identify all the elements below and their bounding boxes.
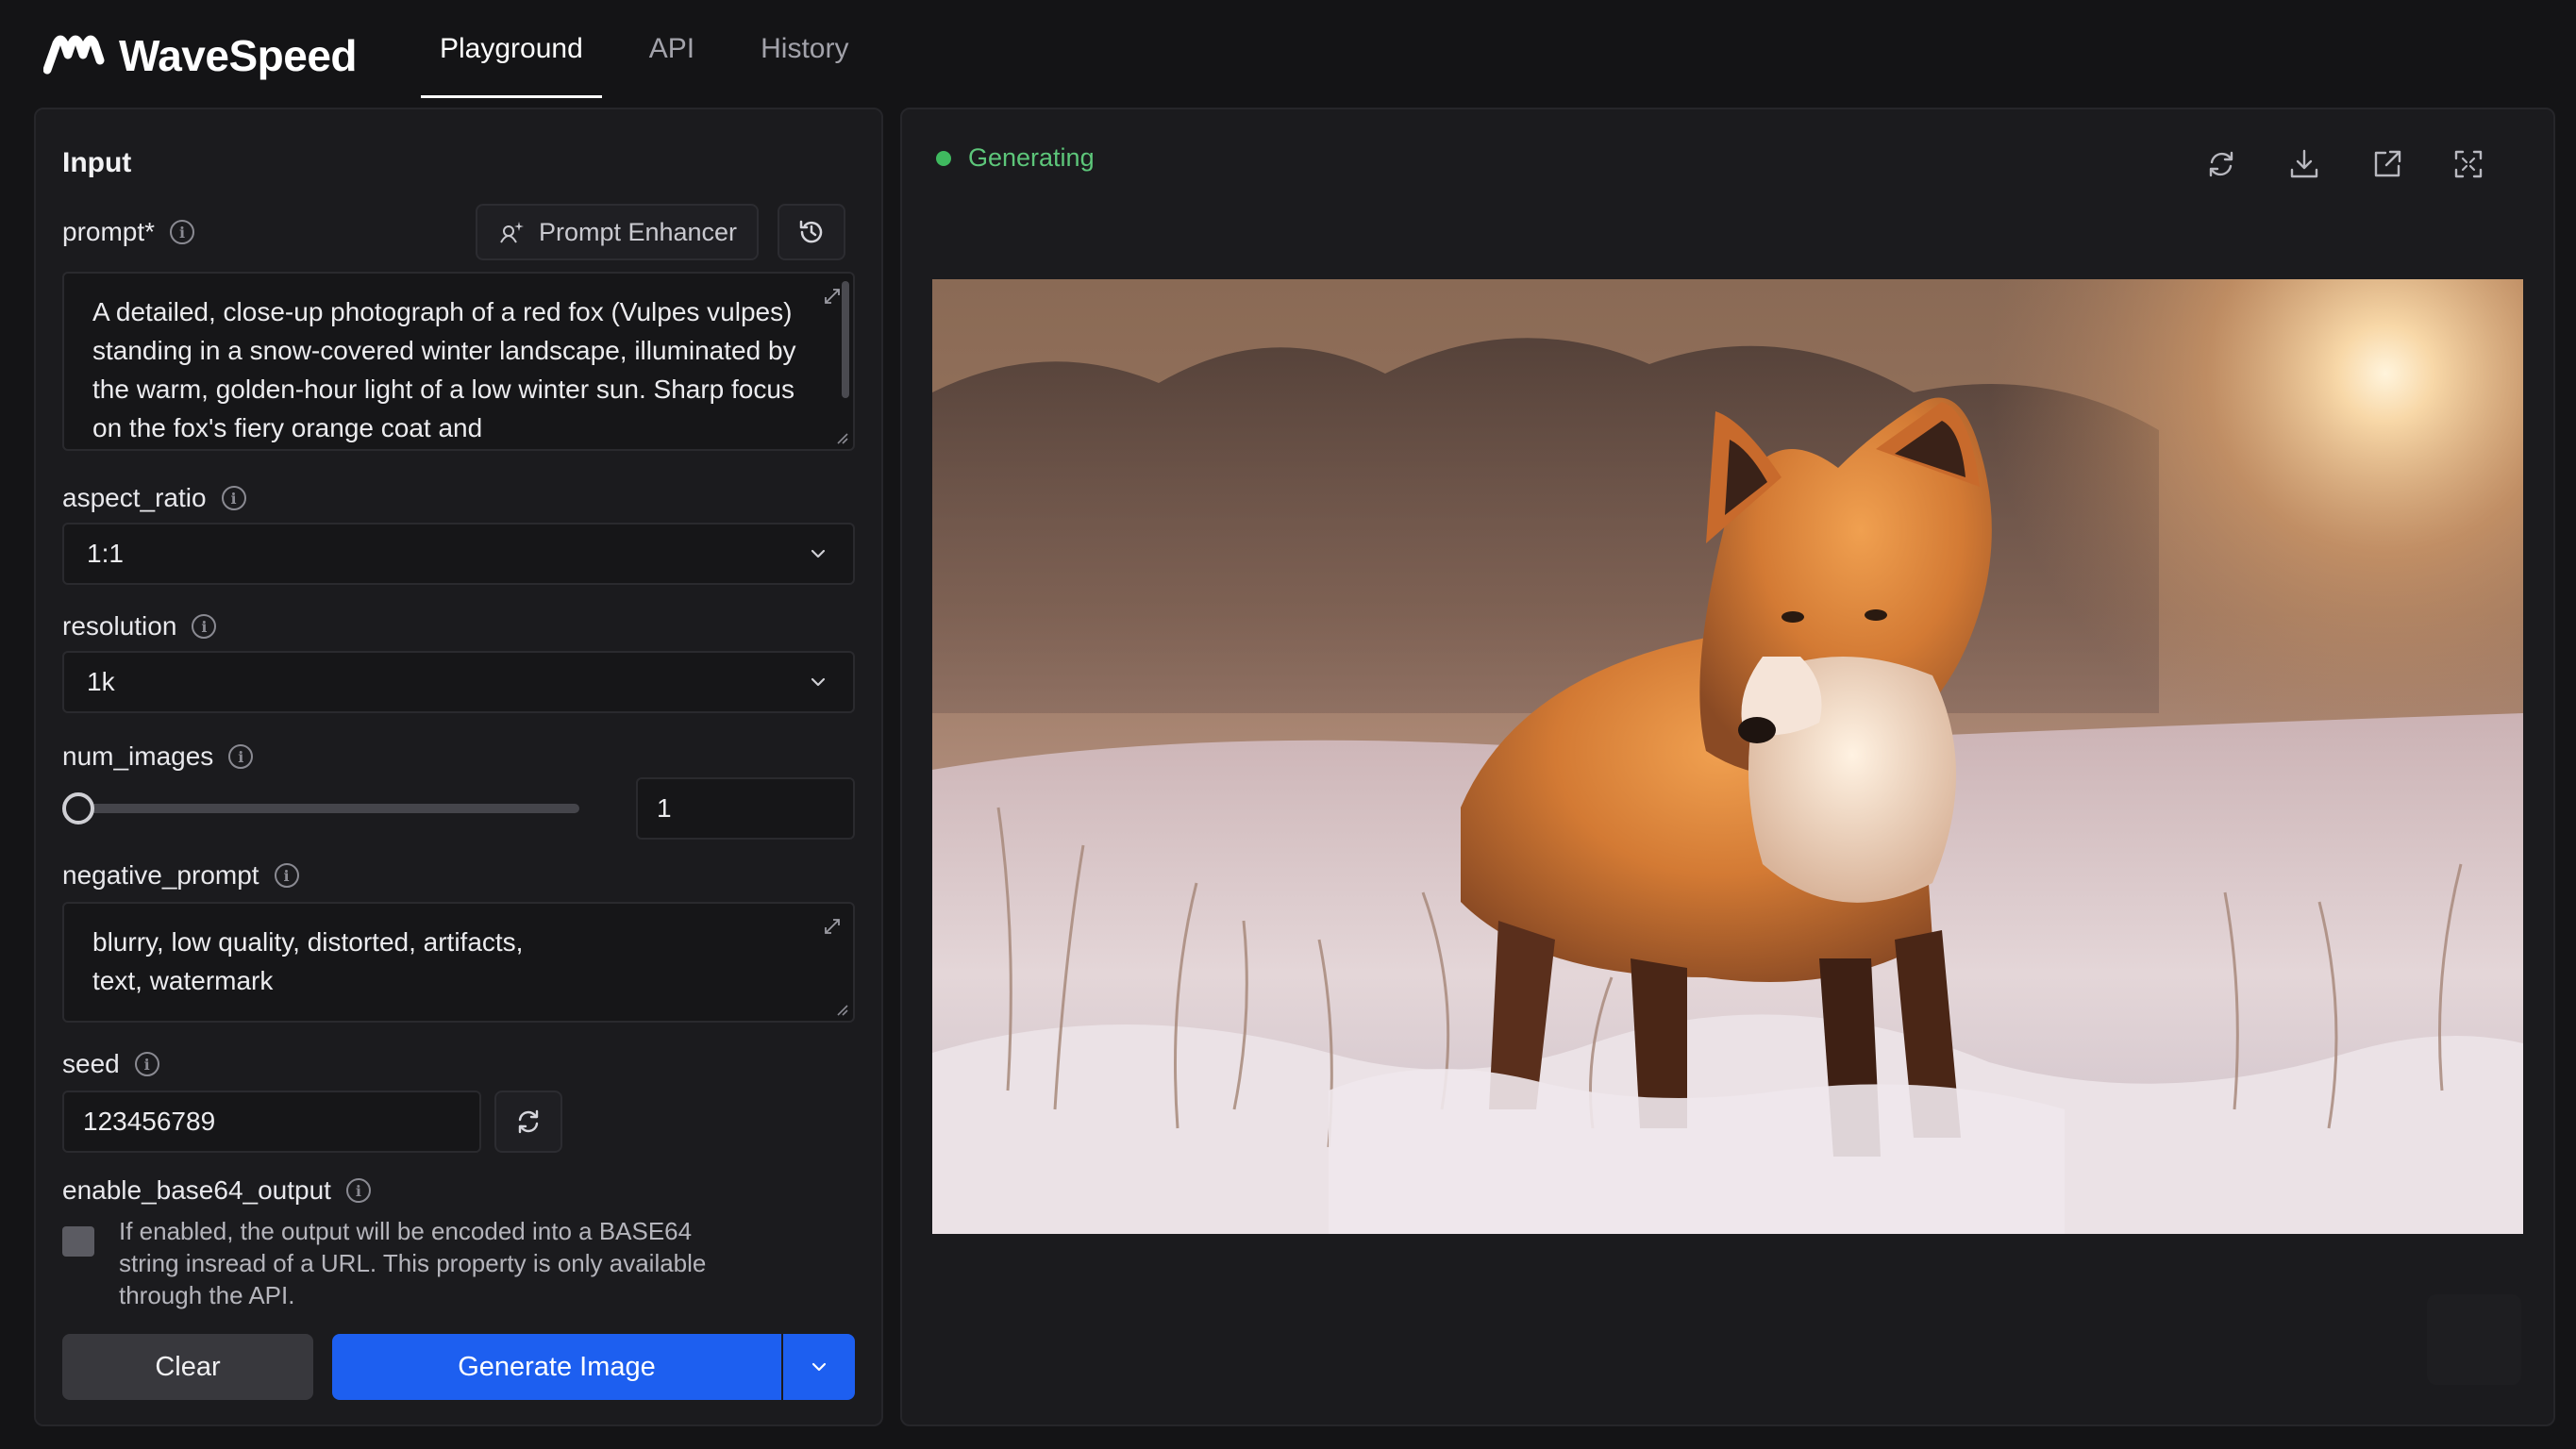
info-icon[interactable]: i: [170, 220, 195, 244]
prompt-enhancer-button[interactable]: Prompt Enhancer: [476, 204, 759, 260]
clear-button[interactable]: Clear: [62, 1334, 313, 1400]
wavespeed-logo-icon: [43, 35, 105, 75]
base64-label: enable_base64_output: [62, 1175, 331, 1205]
resize-grip-icon[interactable]: [834, 430, 849, 445]
aspect-ratio-select[interactable]: 1:1: [62, 523, 855, 585]
chevron-down-icon: [811, 549, 826, 558]
generate-image-button[interactable]: Generate Image: [332, 1334, 781, 1400]
expand-icon[interactable]: [823, 287, 842, 306]
prompt-label-row: prompt* i: [62, 217, 195, 247]
resolution-value: 1k: [87, 667, 115, 696]
tab-api[interactable]: API: [630, 0, 713, 98]
textarea-scrollbar[interactable]: [842, 281, 849, 398]
prompt-textarea[interactable]: A detailed, close-up photograph of a red…: [62, 272, 855, 451]
info-icon[interactable]: i: [134, 1052, 159, 1076]
info-icon[interactable]: i: [345, 1178, 371, 1203]
prompt-label: prompt*: [62, 217, 156, 246]
info-icon[interactable]: i: [221, 486, 246, 510]
negative-prompt-text: blurry, low quality, distorted, artifact…: [92, 927, 524, 995]
fullscreen-icon[interactable]: [2450, 145, 2487, 183]
status-dot: [936, 150, 951, 166]
aspect-ratio-label: aspect_ratio: [62, 483, 207, 512]
sparkle-icon: [500, 222, 524, 243]
status-text: Generating: [968, 143, 1095, 172]
main-nav: Playground API History: [421, 0, 895, 98]
info-icon[interactable]: i: [192, 614, 217, 639]
input-panel: Input prompt* i Prompt Enhancer A detail…: [34, 108, 883, 1426]
tab-history[interactable]: History: [742, 0, 867, 98]
resize-grip-icon[interactable]: [834, 1002, 849, 1017]
open-external-icon[interactable]: [2368, 145, 2406, 183]
num-images-slider-track[interactable]: [79, 804, 579, 813]
info-icon[interactable]: i: [274, 863, 299, 888]
resolution-label: resolution: [62, 611, 177, 641]
prompt-history-button[interactable]: [778, 204, 845, 260]
seed-value: 123456789: [83, 1107, 216, 1136]
tab-playground[interactable]: Playground: [421, 0, 602, 98]
seed-input[interactable]: 123456789: [62, 1091, 481, 1153]
prompt-text: A detailed, close-up photograph of a red…: [92, 297, 796, 442]
num-images-label: num_images: [62, 741, 214, 771]
red-fox-in-snow-image: [932, 279, 2523, 1234]
chevron-down-icon: [811, 677, 826, 687]
brand-logo[interactable]: WaveSpeed: [43, 31, 358, 80]
history-icon: [799, 220, 823, 243]
negative-prompt-label-row: negative_prompt i: [62, 860, 299, 891]
shuffle-icon: [518, 1109, 539, 1134]
aspect-ratio-label-row: aspect_ratio i: [62, 483, 246, 513]
random-seed-button[interactable]: [494, 1091, 562, 1153]
prompt-enhancer-label: Prompt Enhancer: [538, 217, 738, 246]
expand-icon[interactable]: [823, 917, 842, 936]
num-images-slider-thumb[interactable]: [62, 792, 94, 824]
output-panel: Generating: [900, 108, 2555, 1426]
brand-name: WaveSpeed: [119, 31, 358, 80]
top-nav-bar: WaveSpeed Playground API History: [0, 0, 2576, 104]
num-images-input[interactable]: 1: [636, 777, 855, 840]
refresh-icon[interactable]: [2202, 145, 2240, 183]
seed-label: seed: [62, 1049, 120, 1078]
resolution-select[interactable]: 1k: [62, 651, 855, 713]
base64-help-text: If enabled, the output will be encoded i…: [119, 1217, 707, 1309]
resolution-label-row: resolution i: [62, 611, 217, 641]
seed-label-row: seed i: [62, 1049, 159, 1079]
num-images-label-row: num_images i: [62, 741, 254, 772]
generated-image[interactable]: [932, 279, 2523, 1234]
output-action-placeholder: [2427, 1294, 2521, 1385]
negative-prompt-label: negative_prompt: [62, 860, 259, 890]
download-icon[interactable]: [2285, 145, 2323, 183]
generate-options-button[interactable]: [783, 1334, 855, 1400]
num-images-value: 1: [657, 793, 672, 823]
base64-label-row: enable_base64_output i: [62, 1175, 371, 1206]
info-icon[interactable]: i: [228, 744, 254, 769]
base64-checkbox[interactable]: [62, 1226, 94, 1257]
panel-title: Input: [62, 147, 132, 178]
generation-status: Generating: [936, 143, 1095, 173]
aspect-ratio-value: 1:1: [87, 539, 124, 568]
chevron-down-icon: [811, 1362, 827, 1372]
negative-prompt-textarea[interactable]: blurry, low quality, distorted, artifact…: [62, 902, 855, 1023]
